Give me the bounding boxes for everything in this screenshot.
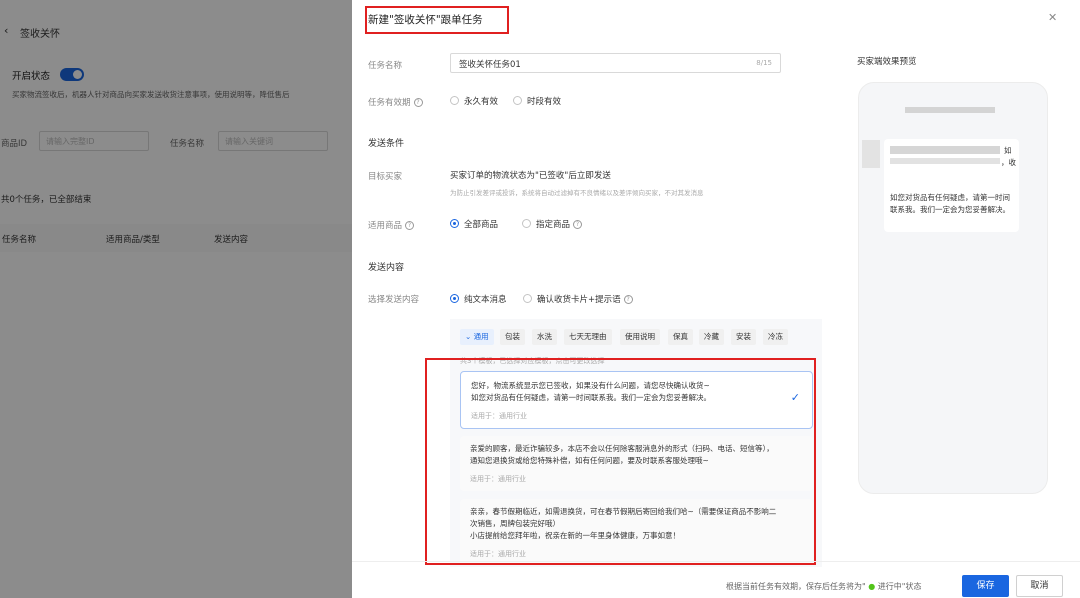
tag-general[interactable]: ⌄ 通用 <box>460 329 494 345</box>
radio-icon <box>450 96 459 105</box>
avatar <box>862 140 880 168</box>
footer-status-value: 进行中 <box>877 582 902 591</box>
content-plain-text-label: 纯文本消息 <box>464 295 507 305</box>
preview-header-blur <box>905 107 995 113</box>
radio-icon <box>513 96 522 105</box>
radio-icon <box>522 219 531 228</box>
radio-selected-icon <box>450 294 459 303</box>
preview-title: 买家端效果预览 <box>857 57 917 67</box>
target-buyer-hint: 为防止引发差评或投诉，系统将自动过滤掉有不良情绪以及差评倾向买家，不对其发消息 <box>450 189 704 197</box>
status-dot-icon: ● <box>865 582 878 591</box>
tag-install[interactable]: 安装 <box>731 329 756 345</box>
task-name-label: 任务名称 <box>368 61 403 71</box>
send-conditions-title: 发送条件 <box>368 139 405 149</box>
preview-message-text: 如您对货品有任何疑虑，请第一时间联系我。我们一定会为您妥善解决。 <box>890 193 1010 214</box>
target-buyer-text: 买家订单的物流状态为"已签收"后立即发送 <box>450 171 611 181</box>
preview-fragment-2: ，收 <box>1001 158 1016 167</box>
validity-permanent[interactable]: 永久有效 <box>450 95 498 107</box>
product-specified[interactable]: 指定商品? <box>522 218 583 230</box>
validity-period[interactable]: 时段有效 <box>513 95 561 107</box>
help-icon[interactable]: ? <box>413 98 423 107</box>
preview-blur-line-1 <box>890 146 1000 154</box>
tag-washing[interactable]: 水洗 <box>532 329 557 345</box>
footer-divider <box>352 561 1080 562</box>
task-name-input[interactable]: 签收关怀任务01 8/15 <box>450 53 781 73</box>
task-name-counter: 8/15 <box>756 59 772 67</box>
footer-status-prefix: 根据当前任务有效期，保存后任务将为" <box>726 582 866 591</box>
product-scope-label-text: 适用商品 <box>368 221 403 231</box>
templates-highlight-box <box>425 358 816 565</box>
task-name-value: 签收关怀任务01 <box>459 60 521 70</box>
modal-overlay[interactable] <box>0 0 352 598</box>
validity-permanent-label: 永久有效 <box>464 97 499 107</box>
validity-period-label: 时段有效 <box>527 97 562 107</box>
validity-label: 任务有效期? <box>368 96 423 108</box>
product-all[interactable]: 全部商品 <box>450 218 498 230</box>
content-plain-text[interactable]: 纯文本消息 <box>450 293 507 305</box>
tag-packaging[interactable]: 包装 <box>500 329 525 345</box>
tag-authentic[interactable]: 保真 <box>668 329 693 345</box>
close-icon[interactable]: ✕ <box>1048 11 1057 24</box>
product-all-label: 全部商品 <box>464 220 499 230</box>
content-card-tip[interactable]: 确认收货卡片+提示语? <box>523 293 633 305</box>
title-highlight-box <box>365 6 509 34</box>
tag-general-label: 通用 <box>473 332 489 341</box>
radio-selected-icon <box>450 219 459 228</box>
help-icon[interactable]: ? <box>573 220 583 229</box>
help-icon[interactable]: ? <box>405 221 415 230</box>
help-icon[interactable]: ? <box>623 295 633 304</box>
radio-icon <box>523 294 532 303</box>
target-buyer-label: 目标买家 <box>368 172 403 182</box>
footer-status-text: 根据当前任务有效期，保存后任务将为" ● 进行中"状态 <box>726 581 921 592</box>
product-specified-label: 指定商品 <box>536 220 571 230</box>
tag-refrigerate[interactable]: 冷藏 <box>699 329 724 345</box>
product-scope-label: 适用商品? <box>368 219 415 231</box>
content-card-tip-label: 确认收货卡片+提示语 <box>537 295 621 305</box>
select-content-label: 选择发送内容 <box>368 295 420 305</box>
send-content-title: 发送内容 <box>368 263 405 273</box>
preview-fragment-1: 如 <box>1004 146 1012 155</box>
tag-seven-days[interactable]: 七天无理由 <box>564 329 612 345</box>
tag-instructions[interactable]: 使用说明 <box>620 329 660 345</box>
cancel-button[interactable]: 取消 <box>1016 575 1063 597</box>
save-button[interactable]: 保存 <box>962 575 1009 597</box>
validity-label-text: 任务有效期 <box>368 98 411 108</box>
footer-status-suffix: "状态 <box>901 582 922 591</box>
preview-blur-line-2 <box>890 158 1000 164</box>
tag-frozen[interactable]: 冷冻 <box>763 329 788 345</box>
